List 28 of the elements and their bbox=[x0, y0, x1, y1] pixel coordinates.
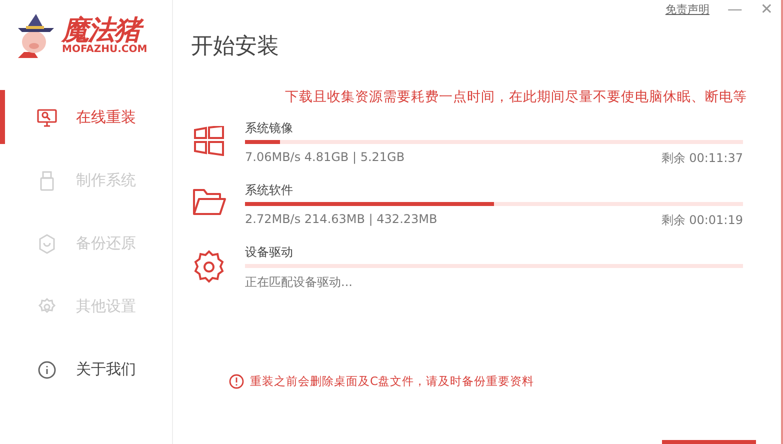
close-button[interactable]: ✕ bbox=[760, 0, 773, 18]
minimize-button[interactable]: — bbox=[727, 0, 742, 18]
gear-icon bbox=[38, 298, 56, 316]
monitor-icon bbox=[37, 108, 57, 126]
usb-drive-icon bbox=[40, 170, 54, 190]
logo-name: 魔法猪 bbox=[62, 16, 148, 44]
gear-icon bbox=[192, 250, 226, 284]
info-icon bbox=[38, 360, 56, 378]
selection-indicator bbox=[0, 90, 5, 144]
windows-icon bbox=[193, 126, 225, 156]
task-detail: 正在匹配设备驱动... bbox=[245, 274, 352, 291]
task-name: 系统软件 bbox=[245, 182, 294, 199]
page-title: 开始安装 bbox=[191, 33, 279, 61]
time-remaining: 剩余 00:01:19 bbox=[661, 212, 743, 229]
time-remaining: 剩余 00:11:37 bbox=[661, 150, 743, 167]
shield-icon bbox=[38, 234, 56, 254]
folder-icon bbox=[192, 188, 226, 216]
logo-domain: MOFAZHU.COM bbox=[62, 44, 148, 56]
task-detail: 2.72MB/s 214.63MB | 432.23MB bbox=[245, 212, 438, 228]
task-name: 设备驱动 bbox=[245, 244, 294, 261]
sidebar-item[interactable]: 关于我们 bbox=[0, 338, 172, 401]
disclaimer-link[interactable]: 免责声明 bbox=[665, 2, 710, 16]
warning-text: 重装之前会删除桌面及C盘文件，请及时备份重要资料 bbox=[250, 374, 534, 389]
task-name: 系统镜像 bbox=[245, 120, 294, 137]
sidebar-item[interactable]: 在线重装 bbox=[0, 86, 172, 149]
task-detail: 7.06MB/s 4.81GB | 5.21GB bbox=[245, 150, 405, 166]
warning-icon bbox=[229, 374, 244, 389]
notice-text: 下载且收集资源需要耗费一点时间，在此期间尽量不要使电脑休眠、断电等 bbox=[284, 88, 747, 106]
